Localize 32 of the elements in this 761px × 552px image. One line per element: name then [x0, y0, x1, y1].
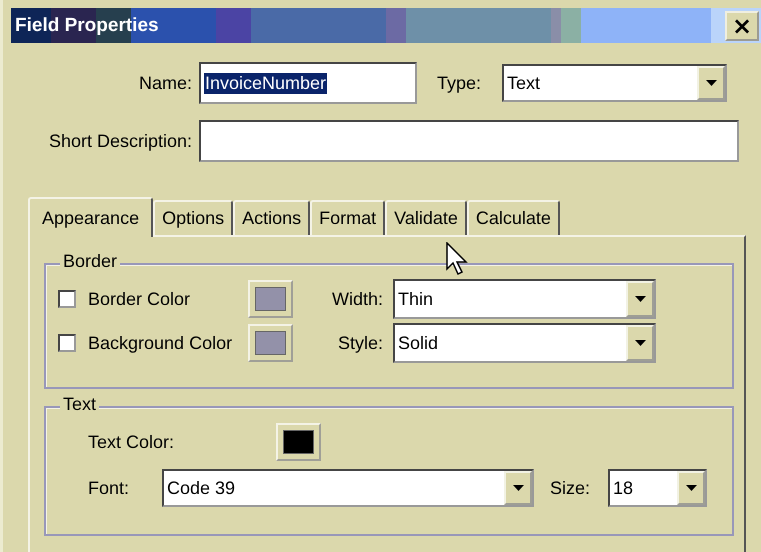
field-label: Width:	[330, 288, 384, 310]
field-label: Type:	[437, 72, 482, 94]
tab[interactable]: Appearance	[28, 197, 154, 237]
tab[interactable]: Actions	[233, 200, 310, 235]
close-button[interactable]: ×	[725, 10, 759, 40]
field-label: Name:	[138, 72, 193, 94]
mouse-pointer-icon	[446, 242, 468, 276]
color-swatch-button[interactable]	[248, 324, 293, 362]
checkbox[interactable]	[58, 334, 76, 352]
window-title: Field Properties	[14, 14, 159, 36]
dropdown[interactable]: Solid	[393, 323, 656, 363]
dropdown[interactable]: Thin	[393, 279, 656, 319]
checkbox[interactable]	[58, 290, 76, 308]
field-label: Font:	[88, 478, 130, 498]
field-label: Text Color:	[88, 432, 176, 452]
field-value: InvoiceNumber	[204, 72, 328, 94]
tab[interactable]: Validate	[385, 200, 467, 235]
name-field[interactable]: InvoiceNumber	[199, 62, 417, 104]
checkbox-label: Border Color	[88, 288, 192, 310]
tab[interactable]: Options	[153, 200, 234, 235]
color-swatch-button[interactable]	[248, 280, 293, 318]
font-dropdown[interactable]: Code 39	[162, 469, 534, 507]
type-dropdown[interactable]: Text	[502, 64, 727, 102]
field-label: Short Description:	[48, 130, 193, 152]
size-dropdown[interactable]: 18	[608, 469, 707, 507]
color-swatch-button[interactable]	[276, 423, 321, 461]
tab[interactable]: Format	[310, 200, 386, 235]
checkbox-label: Background Color	[88, 332, 234, 354]
short-description-field[interactable]	[199, 120, 739, 162]
field-label: Style:	[336, 332, 384, 354]
field-label: Size:	[550, 478, 592, 498]
tab[interactable]: Calculate	[466, 200, 560, 235]
